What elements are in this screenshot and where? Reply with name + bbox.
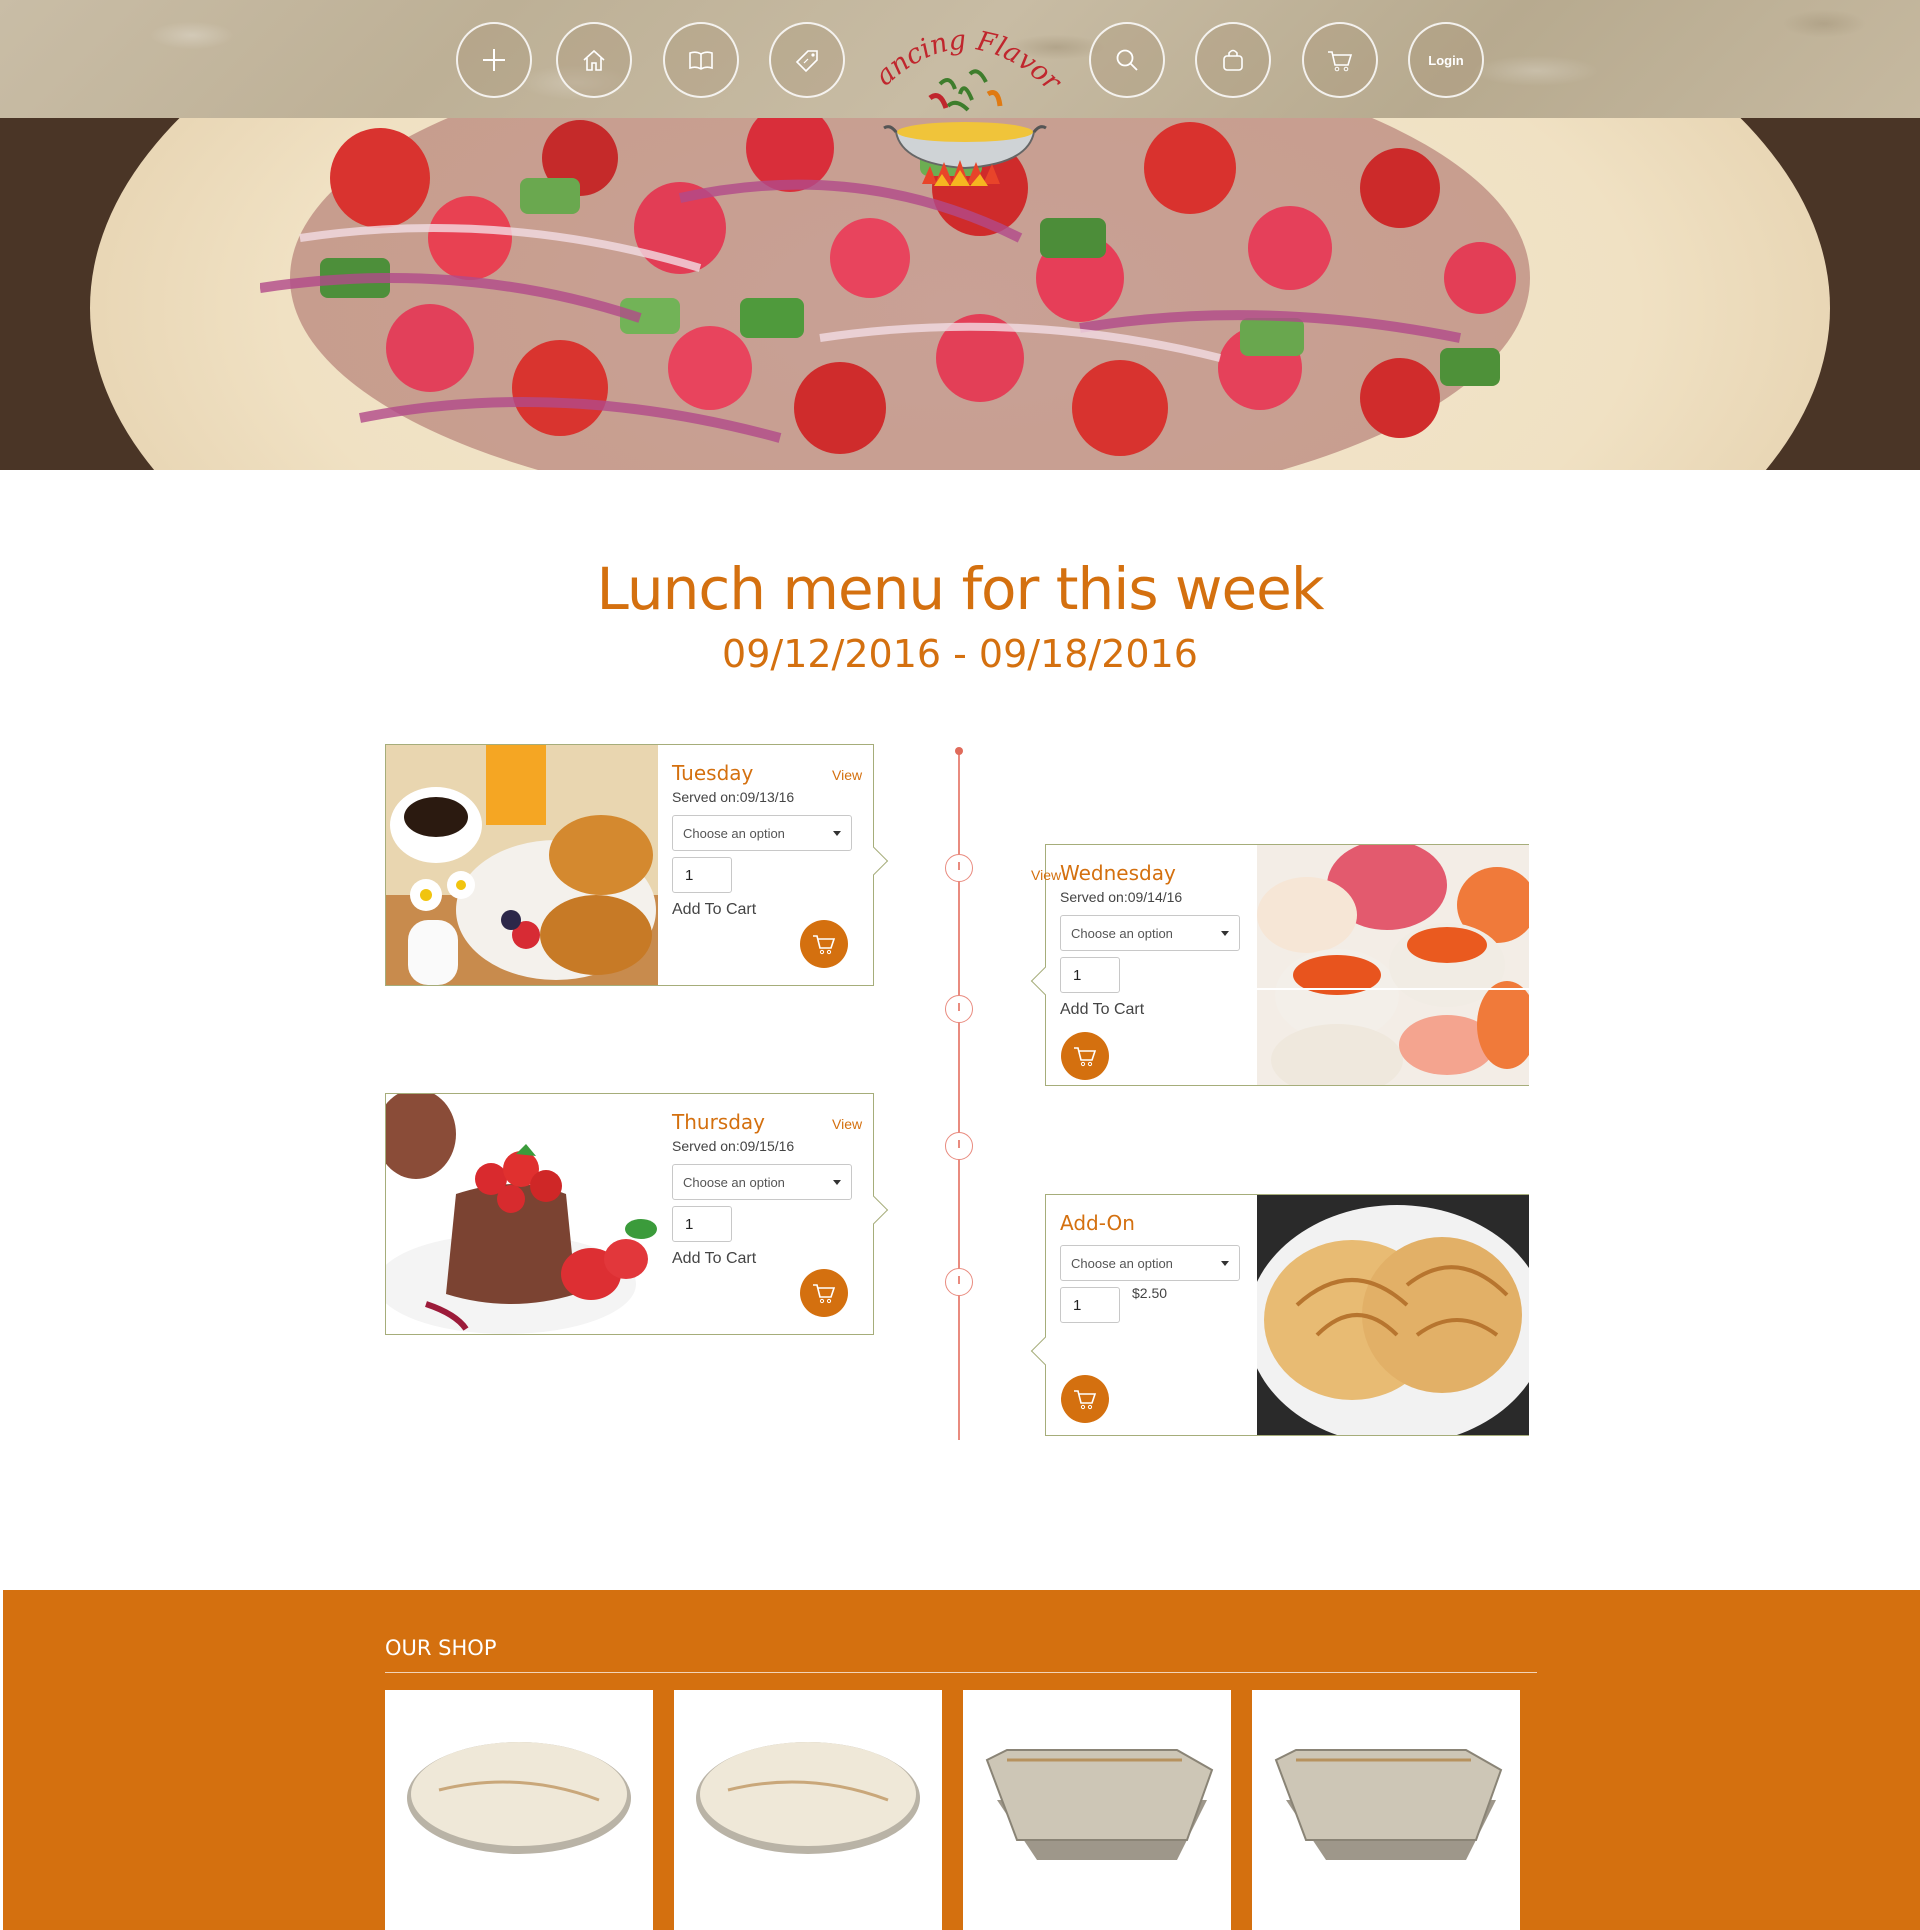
round-plate-image	[696, 1742, 920, 1854]
quantity-input[interactable]: 1	[1060, 1287, 1120, 1323]
served-date: Served on:09/13/16	[672, 789, 795, 805]
dancing-flavors-logo[interactable]: Dancing Flavors	[860, 14, 1070, 204]
view-link[interactable]: View	[832, 767, 862, 783]
chevron-down-icon	[833, 830, 841, 836]
menu-book-button[interactable]	[663, 22, 739, 98]
shop-bag-button[interactable]	[1195, 22, 1271, 98]
option-select-value: Choose an option	[1071, 1255, 1173, 1271]
add-to-cart-link[interactable]: Add To Cart	[1060, 1001, 1260, 1019]
quantity-input[interactable]: 1	[1060, 957, 1120, 993]
svg-text:Dancing Flavors: Dancing Flavors	[860, 14, 1068, 99]
cart-icon	[813, 935, 836, 955]
timeline-clock-icon	[945, 995, 973, 1023]
view-link[interactable]: View	[1031, 867, 1061, 883]
menu-image-addon[interactable]	[1257, 1195, 1529, 1435]
add-to-cart-button[interactable]	[1061, 1375, 1109, 1423]
rectangular-tray-image	[985, 1749, 1214, 1860]
option-select[interactable]: Choose an option	[1060, 915, 1240, 951]
search-button[interactable]	[1089, 22, 1165, 98]
shop-item[interactable]	[674, 1690, 942, 1930]
login-label: Login	[1428, 52, 1464, 68]
book-icon	[689, 51, 713, 70]
sushi-image	[1257, 845, 1529, 1085]
menu-image-wednesday[interactable]	[1257, 845, 1529, 1085]
our-shop-section: OUR SHOP	[3, 1590, 1920, 1930]
option-select[interactable]: Choose an option	[1060, 1245, 1240, 1281]
menu-card-tuesday: Tuesday Served on:09/13/16 Choose an opt…	[385, 744, 889, 986]
add-to-cart-link[interactable]: Add To Cart	[672, 1250, 872, 1268]
served-date: Served on:09/15/16	[672, 1138, 795, 1154]
deals-button[interactable]	[769, 22, 845, 98]
date-range: 09/12/2016 - 09/18/2016	[722, 632, 1198, 676]
dessert-image	[386, 1094, 658, 1334]
option-select[interactable]: Choose an option	[672, 815, 852, 851]
menu-day: Add-On	[1060, 1211, 1135, 1235]
plus-icon	[483, 49, 505, 71]
page-title: Lunch menu for this week	[596, 555, 1325, 623]
round-plate-image	[407, 1742, 631, 1854]
menu-image-thursday[interactable]	[386, 1094, 658, 1334]
cart-icon	[1074, 1390, 1097, 1410]
shop-item[interactable]	[963, 1690, 1231, 1930]
quantity-input[interactable]: 1	[672, 857, 732, 893]
option-select-value: Choose an option	[683, 1174, 785, 1190]
chevron-down-icon	[1221, 930, 1229, 936]
option-select-value: Choose an option	[1071, 925, 1173, 941]
menu-image-tuesday[interactable]	[386, 745, 658, 985]
plus-button[interactable]	[456, 22, 532, 98]
view-link[interactable]: View	[832, 1116, 862, 1132]
cart-icon	[1328, 51, 1353, 72]
timeline-clock-icon	[945, 1132, 973, 1160]
timeline-clock-icon	[945, 854, 973, 882]
rectangular-tray-image	[1274, 1749, 1503, 1860]
tag-icon	[795, 50, 818, 73]
quantity-input[interactable]: 1	[672, 1206, 732, 1242]
cart-icon	[1074, 1047, 1097, 1067]
menu-card-wednesday: Wednesday Served on:09/14/16 Choose an o…	[1030, 844, 1529, 1086]
menu-card-addon: Add-On Choose an option 1 $2.50	[1030, 1194, 1529, 1436]
menu-day: Wednesday	[1060, 861, 1176, 885]
addon-price: $2.50	[1132, 1285, 1168, 1301]
chevron-down-icon	[1221, 1260, 1229, 1266]
home-icon	[583, 49, 605, 71]
shop-divider	[385, 1672, 1537, 1673]
shop-title: OUR SHOP	[385, 1636, 497, 1660]
breakfast-image	[386, 745, 658, 985]
add-to-cart-button[interactable]	[800, 1269, 848, 1317]
menu-card-thursday: Thursday Served on:09/15/16 Choose an op…	[385, 1093, 889, 1335]
login-button[interactable]: Login	[1408, 22, 1484, 98]
option-select[interactable]: Choose an option	[672, 1164, 852, 1200]
add-to-cart-link[interactable]: Add To Cart	[672, 901, 872, 919]
shop-item[interactable]	[1252, 1690, 1520, 1930]
shop-item[interactable]	[385, 1690, 653, 1930]
search-icon	[1116, 49, 1138, 71]
home-button[interactable]	[556, 22, 632, 98]
add-to-cart-button[interactable]	[1061, 1032, 1109, 1080]
timeline-clock-icon	[945, 1268, 973, 1296]
cart-button[interactable]	[1302, 22, 1378, 98]
paratha-image	[1257, 1195, 1529, 1435]
timeline-start-dot	[955, 747, 963, 755]
served-date: Served on:09/14/16	[1060, 889, 1183, 905]
bag-icon	[1223, 49, 1243, 71]
add-to-cart-button[interactable]	[800, 920, 848, 968]
chevron-down-icon	[833, 1179, 841, 1185]
cart-icon	[813, 1284, 836, 1304]
option-select-value: Choose an option	[683, 825, 785, 841]
